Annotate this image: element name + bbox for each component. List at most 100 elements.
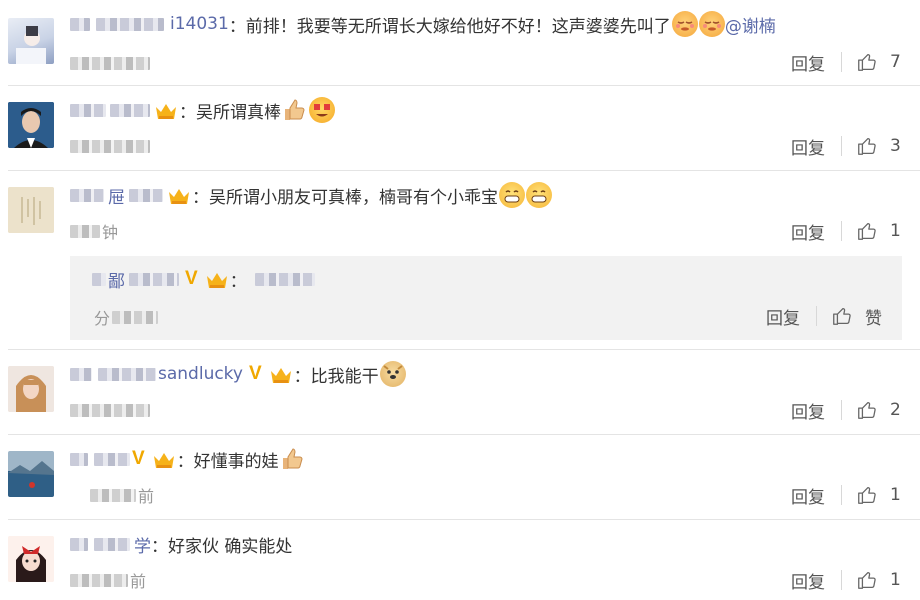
- crown-badge: [153, 99, 179, 121]
- like-label[interactable]: 赞: [865, 304, 882, 329]
- like-count: 1: [890, 485, 901, 505]
- comment-actions: 回复 赞: [766, 304, 882, 329]
- comment-text: ：前排！我要等无所谓长大嫁给他好不好！这声婆婆先叫了: [228, 16, 671, 37]
- username-redacted[interactable]: [92, 272, 106, 286]
- divider: [8, 434, 920, 435]
- timestamp: [70, 52, 150, 74]
- username[interactable]: 学: [134, 532, 151, 557]
- username-redacted[interactable]: [129, 188, 163, 202]
- comment-text: ：好懂事的娃: [176, 451, 279, 472]
- timestamp: [70, 399, 150, 421]
- username[interactable]: 屉: [108, 183, 125, 208]
- reply-button[interactable]: 回复: [791, 219, 825, 244]
- avatar[interactable]: [8, 187, 54, 233]
- crown-badge-icon: [156, 104, 176, 119]
- username-redacted[interactable]: [110, 103, 150, 117]
- thumbs-up-outline-icon[interactable]: [856, 135, 878, 157]
- comment-actions: 回复 7: [791, 50, 902, 75]
- thumbs-up-outline-icon[interactable]: [856, 484, 878, 506]
- like-count: 1: [890, 221, 901, 241]
- username-redacted[interactable]: [70, 103, 106, 117]
- username-redacted[interactable]: [98, 367, 156, 381]
- divider: [8, 85, 920, 86]
- timestamp: 前: [70, 484, 154, 506]
- comment-actions: 回复 3: [791, 134, 902, 159]
- sleepy-face-icon: [698, 11, 725, 37]
- timestamp: 分: [94, 306, 159, 328]
- thumbs-up-outline-icon[interactable]: [856, 569, 878, 591]
- reply-button[interactable]: 回复: [766, 304, 800, 329]
- comment-line: V ：好懂事的娃: [70, 446, 306, 472]
- timestamp-text: 钟: [102, 223, 119, 242]
- thumbs-up-outline-icon[interactable]: [856, 220, 878, 242]
- mention-link[interactable]: @谢楠: [725, 12, 776, 37]
- comment-line: 学 ：好家伙 确实能处: [70, 531, 292, 557]
- username-redacted[interactable]: [70, 17, 90, 31]
- comment-line: 屉 ：吴所谓小朋友可真棒，楠哥有个小乖宝: [70, 182, 552, 208]
- thumbs-up-outline-icon[interactable]: [856, 399, 878, 421]
- divider: [841, 485, 842, 505]
- vip-v-icon: V: [132, 448, 145, 469]
- divider: [841, 221, 842, 241]
- reply-button[interactable]: 回复: [791, 134, 825, 159]
- divider: [8, 170, 920, 171]
- username-redacted[interactable]: [94, 452, 130, 466]
- comment-actions: 回复 1: [791, 219, 902, 244]
- divider: [841, 136, 842, 156]
- username[interactable]: sandlucky: [158, 364, 243, 384]
- reply-button[interactable]: 回复: [791, 398, 825, 423]
- thumbs-up-outline-icon[interactable]: [831, 305, 853, 327]
- comment-line: sandlucky V ：比我能干: [70, 361, 406, 387]
- divider: [8, 349, 920, 350]
- comment-text: ：吴所谓真棒: [179, 102, 281, 123]
- reply-button[interactable]: 回复: [791, 483, 825, 508]
- username-redacted[interactable]: [70, 188, 104, 202]
- comment-text: ：: [229, 271, 247, 292]
- timestamp: [70, 135, 150, 157]
- like-count: 2: [890, 400, 901, 420]
- timestamp-text: 分: [94, 309, 111, 328]
- doge-icon: [379, 361, 406, 387]
- username-redacted[interactable]: [96, 17, 164, 31]
- comment-line: i14031 ：前排！我要等无所谓长大嫁给他好不好！这声婆婆先叫了 @谢楠: [70, 11, 776, 37]
- username-redacted[interactable]: [70, 452, 88, 466]
- avatar[interactable]: [8, 18, 54, 64]
- username[interactable]: i14031: [170, 14, 229, 34]
- divider: [8, 519, 920, 520]
- thumbs-up-outline-icon[interactable]: [856, 51, 878, 73]
- comment-text: ：比我能干: [293, 366, 379, 387]
- timestamp-text: 前: [130, 572, 147, 591]
- comment-text: ：吴所谓小朋友可真棒，楠哥有个小乖宝: [192, 187, 498, 208]
- like-count: 1: [890, 570, 901, 590]
- grin-face-icon: [526, 182, 552, 208]
- like-count: 7: [890, 52, 901, 72]
- thumbs-up-icon: [280, 446, 306, 472]
- username-redacted[interactable]: [70, 537, 88, 551]
- crown-badge: [166, 184, 192, 206]
- comment-actions: 回复 1: [791, 568, 902, 593]
- avatar[interactable]: [8, 451, 54, 497]
- crown-badge: [268, 363, 294, 385]
- avatar[interactable]: [8, 102, 54, 148]
- username-redacted[interactable]: [94, 537, 130, 551]
- avatar[interactable]: [8, 366, 54, 412]
- reply-button[interactable]: 回复: [791, 568, 825, 593]
- crown-badge-icon: [270, 368, 291, 383]
- sub-reply: 鄙 V ： 分 回复 赞: [70, 256, 902, 340]
- crown-badge-icon: [153, 453, 174, 468]
- like-count: 3: [890, 136, 901, 156]
- sleepy-face-icon: [671, 11, 698, 37]
- timestamp-text: 前: [138, 487, 155, 506]
- username[interactable]: 鄙: [108, 267, 125, 292]
- crown-badge: [151, 448, 177, 470]
- divider: [816, 306, 817, 326]
- crown-badge-icon: [206, 273, 227, 288]
- comment-actions: 回复 2: [791, 398, 902, 423]
- crown-badge-icon: [169, 189, 189, 204]
- vip-v-icon: V: [248, 363, 262, 384]
- reply-button[interactable]: 回复: [791, 50, 825, 75]
- avatar[interactable]: [8, 536, 54, 582]
- crown-badge: [204, 268, 230, 290]
- username-redacted[interactable]: [70, 367, 92, 381]
- username-redacted[interactable]: [129, 272, 179, 286]
